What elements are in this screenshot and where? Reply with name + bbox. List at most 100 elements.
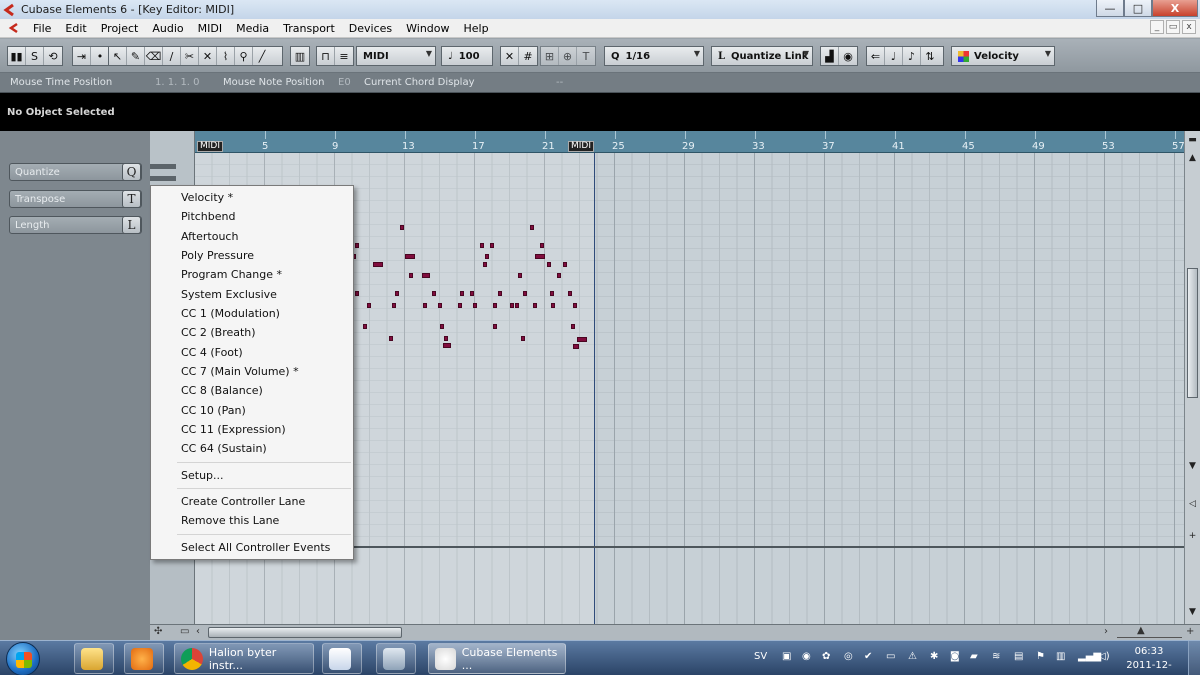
menu-item-poly-pressure[interactable]: Poly Pressure [181, 248, 254, 264]
show-desktop-button[interactable] [1188, 641, 1200, 675]
volume-icon[interactable]: ◁) [1098, 651, 1110, 662]
zoom-in-icon[interactable]: + [1186, 626, 1194, 637]
scroll-left-icon[interactable]: ‹ [196, 626, 200, 637]
vertical-zoom-icon[interactable]: ◁ [1185, 499, 1200, 513]
doc-close-button[interactable]: x [1182, 20, 1196, 34]
midi-note[interactable] [485, 254, 489, 259]
midi-note[interactable] [400, 225, 404, 230]
taskbar-word[interactable] [322, 643, 362, 674]
menu-item-cc10[interactable]: CC 10 (Pan) [181, 403, 246, 419]
minimize-button[interactable]: — [1096, 0, 1124, 17]
menu-devices[interactable]: Devices [342, 22, 399, 35]
solo-icon[interactable]: S [26, 47, 44, 65]
close-button[interactable]: X [1152, 0, 1198, 17]
scroll-top-icon[interactable]: ▬ [1185, 135, 1200, 149]
midi-note[interactable] [470, 291, 474, 296]
autoscroll-icon[interactable]: ⇥ [73, 47, 91, 65]
midi-note[interactable] [515, 303, 519, 308]
tray-icon[interactable]: ✿ [822, 651, 830, 662]
taskbar-button-cubase[interactable]: Cubase Elements ... [428, 643, 566, 674]
select-tool-icon[interactable]: ↖ [109, 47, 127, 65]
midi-note[interactable] [444, 336, 448, 341]
midi-note[interactable] [389, 336, 393, 341]
move-insert-icon[interactable]: ⊕ [559, 47, 577, 65]
tray-icon[interactable]: ⚠ [908, 651, 917, 662]
time-ruler[interactable]: MIDI MIDI 5 9 13 17 21 25 29 33 37 41 45 49 53 57 [195, 131, 1185, 153]
doc-minimize-button[interactable]: _ [1150, 20, 1164, 34]
taskbar-explorer[interactable] [74, 643, 114, 674]
tray-icon[interactable]: ◉ [802, 651, 811, 662]
system-clock[interactable]: 06:33 2011-12-20 [1121, 645, 1177, 675]
midi-note[interactable] [551, 303, 555, 308]
menu-item-program-change[interactable]: Program Change * [181, 267, 282, 283]
midi-note[interactable] [530, 225, 534, 230]
menu-item-create-lane[interactable]: Create Controller Lane [181, 494, 305, 510]
midi-note[interactable] [480, 243, 484, 248]
midi-note[interactable] [405, 254, 415, 259]
midi-note[interactable] [493, 303, 497, 308]
zoom-plus-icon[interactable]: + [1185, 531, 1200, 545]
midi-note[interactable] [523, 291, 527, 296]
part-select-dropdown[interactable]: MIDI ▼ [356, 46, 436, 66]
midi-note[interactable] [577, 337, 587, 342]
horizontal-zoom-slider[interactable]: ▲ [1117, 625, 1182, 638]
menu-audio[interactable]: Audio [145, 22, 190, 35]
menu-project[interactable]: Project [94, 22, 146, 35]
midi-input-icon[interactable]: ◉ [839, 47, 857, 65]
language-indicator[interactable]: SV [754, 651, 767, 662]
transpose-icon[interactable]: ⇅ [921, 47, 939, 65]
zoom-tool-icon[interactable]: ⚲ [235, 47, 253, 65]
menu-item-cc4[interactable]: CC 4 (Foot) [181, 345, 243, 361]
taskbar-media-player[interactable] [124, 643, 164, 674]
tray-icon[interactable]: ◎ [844, 651, 853, 662]
menu-midi[interactable]: MIDI [191, 22, 229, 35]
length-quantize-dropdown[interactable]: L Quantize Link ▼ [711, 46, 813, 66]
lane-presets-icon[interactable]: ▭ [180, 626, 189, 637]
tray-icon[interactable]: ◙ [950, 651, 960, 662]
parts-list-icon[interactable]: ≡ [335, 47, 353, 65]
midi-note[interactable] [550, 291, 554, 296]
show-part-borders-icon[interactable]: ▥ [291, 47, 309, 65]
midi-note[interactable] [490, 243, 494, 248]
snap-grid-icon[interactable]: # [519, 47, 537, 65]
menu-item-setup[interactable]: Setup... [181, 468, 224, 484]
velocity-bars-icon[interactable]: ▟ [821, 47, 839, 65]
transpose-button[interactable]: Transpose T [9, 190, 142, 208]
menu-item-system-exclusive[interactable]: System Exclusive [181, 287, 277, 303]
menu-file[interactable]: File [26, 22, 58, 35]
midi-note[interactable] [547, 262, 551, 267]
midi-note[interactable] [573, 303, 577, 308]
midi-note[interactable] [498, 291, 502, 296]
black-key[interactable] [150, 164, 176, 169]
midi-note[interactable] [557, 273, 561, 278]
listen-icon[interactable]: ⟲ [44, 47, 62, 65]
midi-note[interactable] [521, 336, 525, 341]
menu-item-cc7[interactable]: CC 7 (Main Volume) * [181, 364, 299, 380]
menu-window[interactable]: Window [399, 22, 456, 35]
taskbar-calculator[interactable] [376, 643, 416, 674]
menu-item-select-all[interactable]: Select All Controller Events [181, 540, 330, 556]
midi-note[interactable] [568, 291, 572, 296]
black-key[interactable] [150, 176, 176, 181]
menu-item-cc1[interactable]: CC 1 (Modulation) [181, 306, 280, 322]
cubase-menu-icon[interactable] [8, 22, 20, 34]
vertical-scroll-thumb[interactable] [1187, 268, 1198, 398]
scroll-down-2-icon[interactable]: ▼ [1185, 607, 1200, 621]
midi-note[interactable] [440, 324, 444, 329]
midi-note[interactable] [409, 273, 413, 278]
menu-help[interactable]: Help [457, 22, 496, 35]
midi-note[interactable] [392, 303, 396, 308]
midi-note[interactable] [438, 303, 442, 308]
autoscroll-edit-icon[interactable]: • [91, 47, 109, 65]
note-up-icon[interactable]: ♩ [885, 47, 903, 65]
midi-note[interactable] [422, 273, 430, 278]
pitch-input-icon[interactable]: T [577, 47, 595, 65]
flag-icon[interactable]: ⚑ [1036, 651, 1045, 662]
midi-note[interactable] [533, 303, 537, 308]
start-button[interactable] [6, 642, 40, 675]
snap-toggle-icon[interactable]: ✕ [501, 47, 519, 65]
menu-item-cc2[interactable]: CC 2 (Breath) [181, 325, 256, 341]
midi-note[interactable] [443, 343, 451, 348]
menu-item-velocity[interactable]: Velocity * [181, 190, 233, 206]
menu-item-cc64[interactable]: CC 64 (Sustain) [181, 441, 267, 457]
